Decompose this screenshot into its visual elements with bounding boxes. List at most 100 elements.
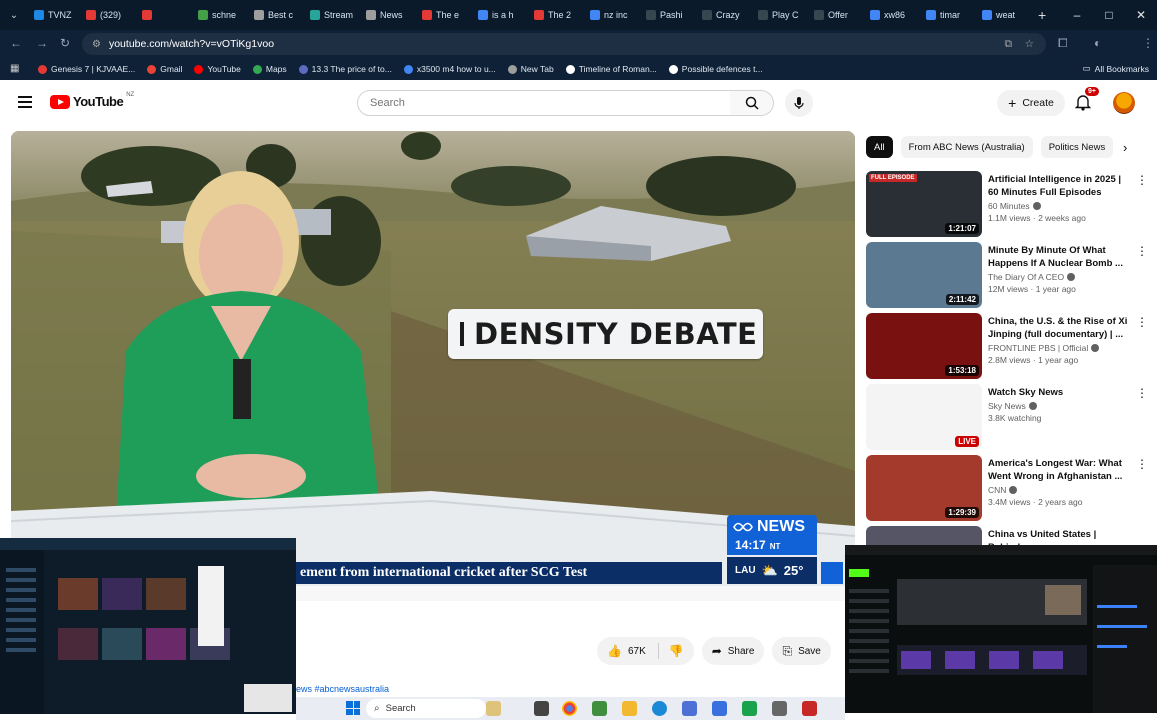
video-title[interactable]: Artificial Intelligence in 2025 | 60 Min… xyxy=(988,173,1128,199)
browser-tab[interactable]: Crazy xyxy=(696,0,752,30)
browser-tab[interactable]: xw86 xyxy=(864,0,920,30)
bookmark-item[interactable]: 13.3 The price of to... xyxy=(298,64,392,74)
chevron-right-icon[interactable]: › xyxy=(1123,140,1127,155)
close-window-button[interactable]: ✕ xyxy=(1125,0,1157,30)
taskbar-search[interactable]: ⌕ Search xyxy=(366,699,486,718)
chrome-icon[interactable] xyxy=(562,701,577,716)
bookmark-item[interactable]: YouTube xyxy=(194,64,241,74)
more-options-icon[interactable]: ⋮ xyxy=(1136,386,1148,400)
recommended-video[interactable]: 1:29:39 America's Longest War: What Went … xyxy=(866,455,1148,521)
install-app-icon[interactable]: ⧉ xyxy=(1005,38,1013,51)
video-thumbnail[interactable]: LIVE xyxy=(866,384,982,450)
video-title[interactable]: Watch Sky News xyxy=(988,386,1128,399)
menu-dots-icon[interactable]: ⋮ xyxy=(1142,36,1154,50)
channel-name[interactable]: FRONTLINE PBS | Official xyxy=(988,343,1100,353)
file-explorer-icon[interactable] xyxy=(622,701,637,716)
app-icon[interactable] xyxy=(712,701,727,716)
browser-tab[interactable] xyxy=(136,0,192,30)
widget-icon[interactable] xyxy=(486,701,501,716)
chip-1[interactable]: From ABC News (Australia) xyxy=(900,136,1033,158)
recommended-video[interactable]: 2:11:42 Minute By Minute Of What Happens … xyxy=(866,242,1148,308)
thumbs-down-icon[interactable]: 👎 xyxy=(669,644,684,658)
channel-name[interactable]: 60 Minutes xyxy=(988,201,1041,211)
channel-name[interactable]: The Diary Of A CEO xyxy=(988,272,1076,282)
youtube-logo[interactable]: YouTube NZ xyxy=(50,92,134,109)
video-thumbnail[interactable]: 1:53:18 xyxy=(866,313,982,379)
omnibox[interactable]: ⚙ youtube.com/watch?v=vOTiKg1voo ⧉ ☆ xyxy=(82,33,1046,55)
video-thumbnail[interactable]: 2:11:42 xyxy=(866,242,982,308)
task-view-icon[interactable] xyxy=(534,701,549,716)
more-options-icon[interactable]: ⋮ xyxy=(1136,315,1148,329)
windows-start-icon[interactable] xyxy=(346,701,360,715)
tab-search-icon[interactable]: ⌄ xyxy=(0,0,28,30)
search-button[interactable] xyxy=(730,90,774,116)
save-button[interactable]: ⎘ Save xyxy=(772,637,831,665)
apps-icon[interactable]: ▦ xyxy=(10,63,19,74)
bookmark-item[interactable]: New Tab xyxy=(507,64,554,74)
browser-tab[interactable]: (329) xyxy=(80,0,136,30)
create-button[interactable]: + Create xyxy=(997,90,1065,116)
browser-tab[interactable]: is a h xyxy=(472,0,528,30)
reload-icon[interactable]: ↻ xyxy=(60,36,70,50)
voice-search-button[interactable] xyxy=(785,89,813,117)
search-input[interactable]: Search xyxy=(357,90,731,116)
browser-tab[interactable]: Best c xyxy=(248,0,304,30)
extensions-icon[interactable]: ⧠ xyxy=(1058,36,1068,51)
site-info-icon[interactable]: ⚙ xyxy=(92,39,101,50)
back-icon[interactable]: ← xyxy=(10,36,22,50)
hamburger-menu-icon[interactable] xyxy=(18,96,32,108)
app-icon[interactable] xyxy=(772,701,787,716)
url-text[interactable]: youtube.com/watch?v=vOTiKg1voo xyxy=(109,38,274,50)
video-thumbnail[interactable]: 1:29:39 xyxy=(866,455,982,521)
app-icon[interactable] xyxy=(742,701,757,716)
video-player[interactable]: DENSITY DEBATE ement from international … xyxy=(11,131,855,601)
video-title[interactable]: China, the U.S. & the Rise of Xi Jinping… xyxy=(988,315,1128,341)
maximize-button[interactable]: □ xyxy=(1093,0,1125,30)
forward-icon[interactable]: → xyxy=(36,36,48,50)
channel-name[interactable]: Sky News xyxy=(988,401,1037,411)
bookmark-item[interactable]: Possible defences t... xyxy=(668,64,763,74)
browser-tab[interactable]: nz inc xyxy=(584,0,640,30)
recommended-video[interactable]: FULL EPISODE 1:21:07 Artificial Intelligen… xyxy=(866,171,1148,237)
video-thumbnail[interactable]: FULL EPISODE 1:21:07 xyxy=(866,171,982,237)
bookmark-item[interactable]: x3500 m4 how to u... xyxy=(403,64,496,74)
browser-tab[interactable]: schne xyxy=(192,0,248,30)
browser-tab[interactable]: Offer xyxy=(808,0,864,30)
notifications-button[interactable]: 9+ xyxy=(1074,87,1099,116)
edge-icon[interactable] xyxy=(652,701,667,716)
browser-tab[interactable]: TVNZ xyxy=(28,0,80,30)
browser-tab[interactable]: Play C xyxy=(752,0,808,30)
new-tab-button[interactable]: + xyxy=(1038,7,1046,23)
all-bookmarks[interactable]: ▭ All Bookmarks xyxy=(1083,63,1149,74)
more-options-icon[interactable]: ⋮ xyxy=(1136,173,1148,187)
chip-0[interactable]: All xyxy=(866,136,893,158)
video-title[interactable]: America's Longest War: What Went Wrong i… xyxy=(988,457,1128,483)
browser-tab[interactable]: timar xyxy=(920,0,976,30)
more-options-icon[interactable]: ⋮ xyxy=(1136,457,1148,471)
browser-tab[interactable]: The 2 xyxy=(528,0,584,30)
app-icon[interactable] xyxy=(682,701,697,716)
video-hashtags[interactable]: ews #abcnewsaustralia xyxy=(296,684,389,694)
bookmark-item[interactable]: Maps xyxy=(252,64,287,74)
app-icon[interactable] xyxy=(592,701,607,716)
recommended-video[interactable]: 1:53:18 China, the U.S. & the Rise of Xi … xyxy=(866,313,1148,379)
bookmark-item[interactable]: Timeline of Roman... xyxy=(565,64,657,74)
browser-tab[interactable]: The e xyxy=(416,0,472,30)
avatar[interactable] xyxy=(1113,92,1135,114)
channel-name[interactable]: CNN xyxy=(988,485,1018,495)
browser-tab[interactable]: Stream xyxy=(304,0,360,30)
browser-tab[interactable]: Pashi xyxy=(640,0,696,30)
bookmark-star-icon[interactable]: ☆ xyxy=(1025,38,1034,50)
share-button[interactable]: ➦ Share xyxy=(701,637,765,665)
browser-tab[interactable]: weat xyxy=(976,0,1032,30)
video-title[interactable]: Minute By Minute Of What Happens If A Nu… xyxy=(988,244,1128,270)
recommended-video[interactable]: LIVE Watch Sky News Sky News 3.8K watching ⋮ xyxy=(866,384,1148,450)
browser-tab[interactable]: News xyxy=(360,0,416,30)
app-icon[interactable] xyxy=(802,701,817,716)
minimize-button[interactable]: – xyxy=(1061,0,1093,30)
chip-2[interactable]: Politics News xyxy=(1040,136,1114,158)
bookmark-item[interactable]: Gmail xyxy=(147,64,182,74)
bookmark-item[interactable]: Genesis 7 | KJVAAE... xyxy=(38,64,135,74)
profile-icon[interactable]: ◐ xyxy=(1094,36,1101,50)
like-button[interactable]: 👍 67K 👎 xyxy=(597,637,694,665)
